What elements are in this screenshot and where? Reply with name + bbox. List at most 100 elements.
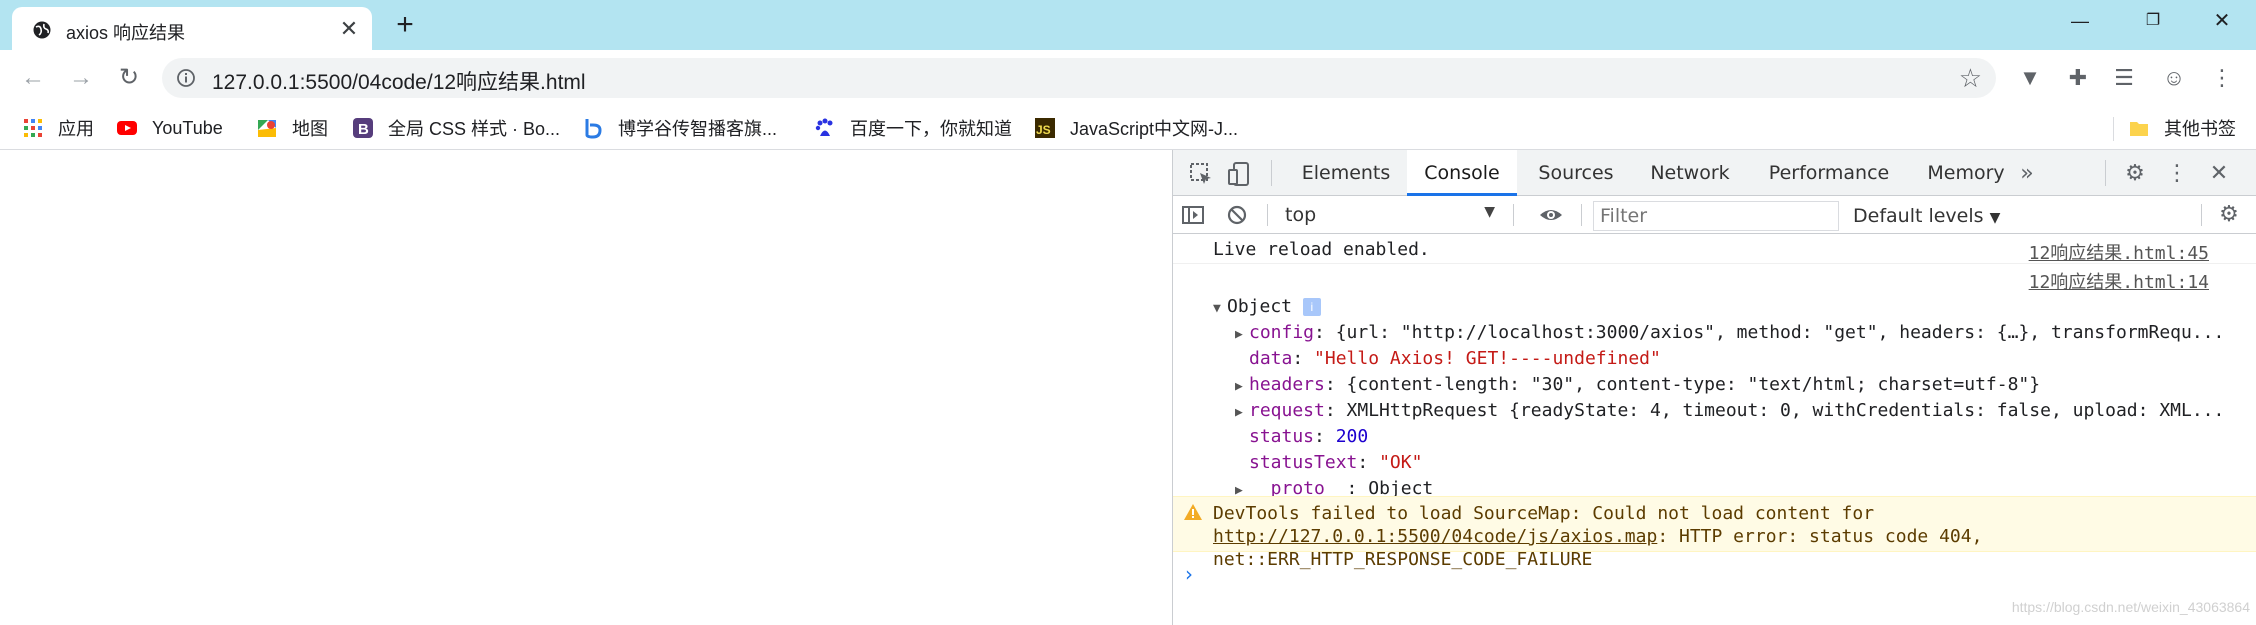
bookmark-apps[interactable]: 应用 xyxy=(22,115,94,141)
back-arrow-icon[interactable]: ← xyxy=(16,61,50,95)
site-info-icon[interactable] xyxy=(176,68,196,88)
bookmark-youtube[interactable]: YouTube xyxy=(116,115,223,141)
warning-message: DevTools failed to load SourceMap: Could… xyxy=(1173,496,2256,570)
tab-memory[interactable]: Memory xyxy=(1909,150,2023,196)
toolbar-divider xyxy=(1581,204,1582,226)
svg-text:B: B xyxy=(358,121,369,138)
boxuegu-icon xyxy=(585,119,602,139)
tab-sources[interactable]: Sources xyxy=(1521,150,1631,196)
property-value: XMLHttpRequest {readyState: 4, timeout: … xyxy=(1346,400,2225,421)
tab-console[interactable]: Console xyxy=(1407,150,1517,196)
bookmark-label: 其他书签 xyxy=(2164,119,2236,139)
property-value: 200 xyxy=(1335,426,1369,447)
warning-triangle-icon xyxy=(1184,504,1202,520)
bookmark-bootstrap[interactable]: B 全局 CSS 样式 · Bo... xyxy=(352,115,560,141)
property-value: {content-length: "30", content-type: "te… xyxy=(1346,374,2041,395)
property-config[interactable]: ▶ config: {url: "http://localhost:3000/ax… xyxy=(1235,322,2224,343)
bookmark-boxuegu[interactable]: 博学谷传智播客旗... xyxy=(582,115,777,141)
restore-icon[interactable]: ❐ xyxy=(2133,6,2173,36)
property-headers[interactable]: ▶ headers: {content-length: "30", content… xyxy=(1235,374,2040,395)
property-value: {url: "http://localhost:3000/axios", met… xyxy=(1335,322,2225,343)
toolbar-divider xyxy=(1271,160,1272,186)
filter-input[interactable]: Filter xyxy=(1593,201,1839,231)
property-value: "Hello Axios! GET!----undefined" xyxy=(1314,348,1661,369)
property-status: status: 200 xyxy=(1249,426,1369,447)
log-levels-dropdown[interactable]: Default levels ▼ xyxy=(1853,205,2000,227)
toolbar-divider xyxy=(1267,204,1268,226)
watermark-text: https://blog.csdn.net/weixin_43063864 xyxy=(2011,599,2250,615)
close-devtools-icon[interactable]: ✕ xyxy=(2205,160,2233,188)
console-prompt-icon[interactable]: › xyxy=(1185,562,1193,586)
bookmark-baidu[interactable]: 百度一下，你就知道 xyxy=(814,115,1012,141)
bookmark-label: 博学谷传智播客旗... xyxy=(618,119,778,139)
extensions-puzzle-icon[interactable]: ✚ xyxy=(2064,64,2092,92)
settings-gear-icon[interactable]: ⚙ xyxy=(2121,160,2149,188)
device-toolbar-icon[interactable] xyxy=(1225,160,1253,188)
bookmark-star-icon[interactable]: ☆ xyxy=(1959,63,1982,94)
bookmark-label: 百度一下，你就知道 xyxy=(850,119,1012,139)
bookmark-other[interactable]: 其他书签 xyxy=(2128,115,2236,141)
bookmark-label: 应用 xyxy=(58,119,94,139)
maps-icon xyxy=(258,120,276,137)
log-message: Live reload enabled. 12响应结果.html:45 xyxy=(1173,234,2256,264)
inspect-element-icon[interactable] xyxy=(1187,160,1215,188)
forward-arrow-icon[interactable]: → xyxy=(64,61,98,95)
sourcemap-link[interactable]: http://127.0.0.1:5500/04code/js/axios.ma… xyxy=(1213,526,1657,547)
tab-network[interactable]: Network xyxy=(1633,150,1747,196)
bookmark-javascript[interactable]: JS JavaScript中文网-J... xyxy=(1034,115,1238,141)
bookmark-maps[interactable]: 地图 xyxy=(256,115,328,141)
svg-text:JS: JS xyxy=(1036,123,1051,137)
context-selector[interactable]: top ▼ xyxy=(1285,204,1499,230)
browser-tab[interactable]: axios 响应结果 ✕ xyxy=(12,7,372,50)
property-value: "OK" xyxy=(1379,452,1423,473)
youtube-icon xyxy=(117,121,137,135)
tab-elements[interactable]: Elements xyxy=(1285,150,1407,196)
levels-label: Default levels xyxy=(1853,205,1984,227)
log-source-link[interactable]: 12响应结果.html:45 xyxy=(2029,239,2209,265)
extension-vue-icon[interactable]: ▼ xyxy=(2016,64,2044,92)
tab-close-icon[interactable]: ✕ xyxy=(336,16,362,42)
tab-performance[interactable]: Performance xyxy=(1749,150,1909,196)
property-request[interactable]: ▶ request: XMLHttpRequest {readyState: 4,… xyxy=(1235,400,2224,421)
chrome-menu-icon[interactable]: ⋮ xyxy=(2208,64,2236,92)
address-bar[interactable]: 127.0.0.1:5500/04code/12响应结果.html ☆ xyxy=(162,58,1996,98)
tab-strip: axios 响应结果 ✕ + — ❐ ✕ xyxy=(0,0,2256,50)
log-source-link[interactable]: 12响应结果.html:14 xyxy=(2029,268,2209,294)
toolbar-divider xyxy=(2105,160,2106,186)
collapsed-triangle-icon: ▶ xyxy=(1235,405,1243,420)
property-key: statusText xyxy=(1249,452,1358,473)
console-filter-bar: top ▼ Filter Default levels ▼ ⚙ xyxy=(1173,196,2256,234)
sidebar-toggle-icon[interactable] xyxy=(1179,201,1207,229)
property-data: data: "Hello Axios! GET!----undefined" xyxy=(1249,348,1661,369)
object-root[interactable]: ▼ Object i xyxy=(1213,296,1321,317)
live-expression-eye-icon[interactable] xyxy=(1537,201,1565,229)
toolbar-divider xyxy=(2201,204,2202,226)
more-tabs-chevron-icon[interactable]: » xyxy=(2013,160,2041,188)
bookmark-label: YouTube xyxy=(152,117,223,138)
warning-prefix: DevTools failed to load SourceMap: Could… xyxy=(1213,503,1875,524)
collapsed-triangle-icon: ▶ xyxy=(1235,379,1243,394)
bootstrap-icon: B xyxy=(353,118,373,138)
reload-icon[interactable]: ↻ xyxy=(112,61,146,95)
profile-avatar-icon[interactable]: ☺ xyxy=(2160,64,2188,92)
folder-icon xyxy=(2130,122,2148,136)
property-statustext: statusText: "OK" xyxy=(1249,452,1423,473)
tab-title: axios 响应结果 xyxy=(66,23,186,43)
property-key: config xyxy=(1249,322,1315,343)
browser-toolbar: ← → ↻ 127.0.0.1:5500/04code/12响应结果.html … xyxy=(0,50,2256,106)
bookmark-label: 地图 xyxy=(292,119,328,139)
log-object-entry: 12响应结果.html:14 ▼ Object i ▶ config: {url: … xyxy=(1173,264,2256,499)
window-close-icon[interactable]: ✕ xyxy=(2202,6,2242,36)
media-playlist-icon[interactable]: ☰ xyxy=(2110,64,2138,92)
devtools-menu-icon[interactable]: ⋮ xyxy=(2163,160,2191,188)
property-key: data xyxy=(1249,348,1293,369)
dropdown-arrow-icon: ▼ xyxy=(1484,204,1495,220)
warning-text: DevTools failed to load SourceMap: Could… xyxy=(1213,502,2213,571)
minimize-icon[interactable]: — xyxy=(2060,6,2100,36)
new-tab-button[interactable]: + xyxy=(390,10,420,40)
clear-console-icon[interactable] xyxy=(1223,201,1251,229)
baidu-icon xyxy=(815,118,833,136)
expanded-triangle-icon: ▼ xyxy=(1213,301,1221,316)
url-text[interactable]: 127.0.0.1:5500/04code/12响应结果.html xyxy=(212,66,586,96)
console-settings-gear-icon[interactable]: ⚙ xyxy=(2215,201,2243,229)
